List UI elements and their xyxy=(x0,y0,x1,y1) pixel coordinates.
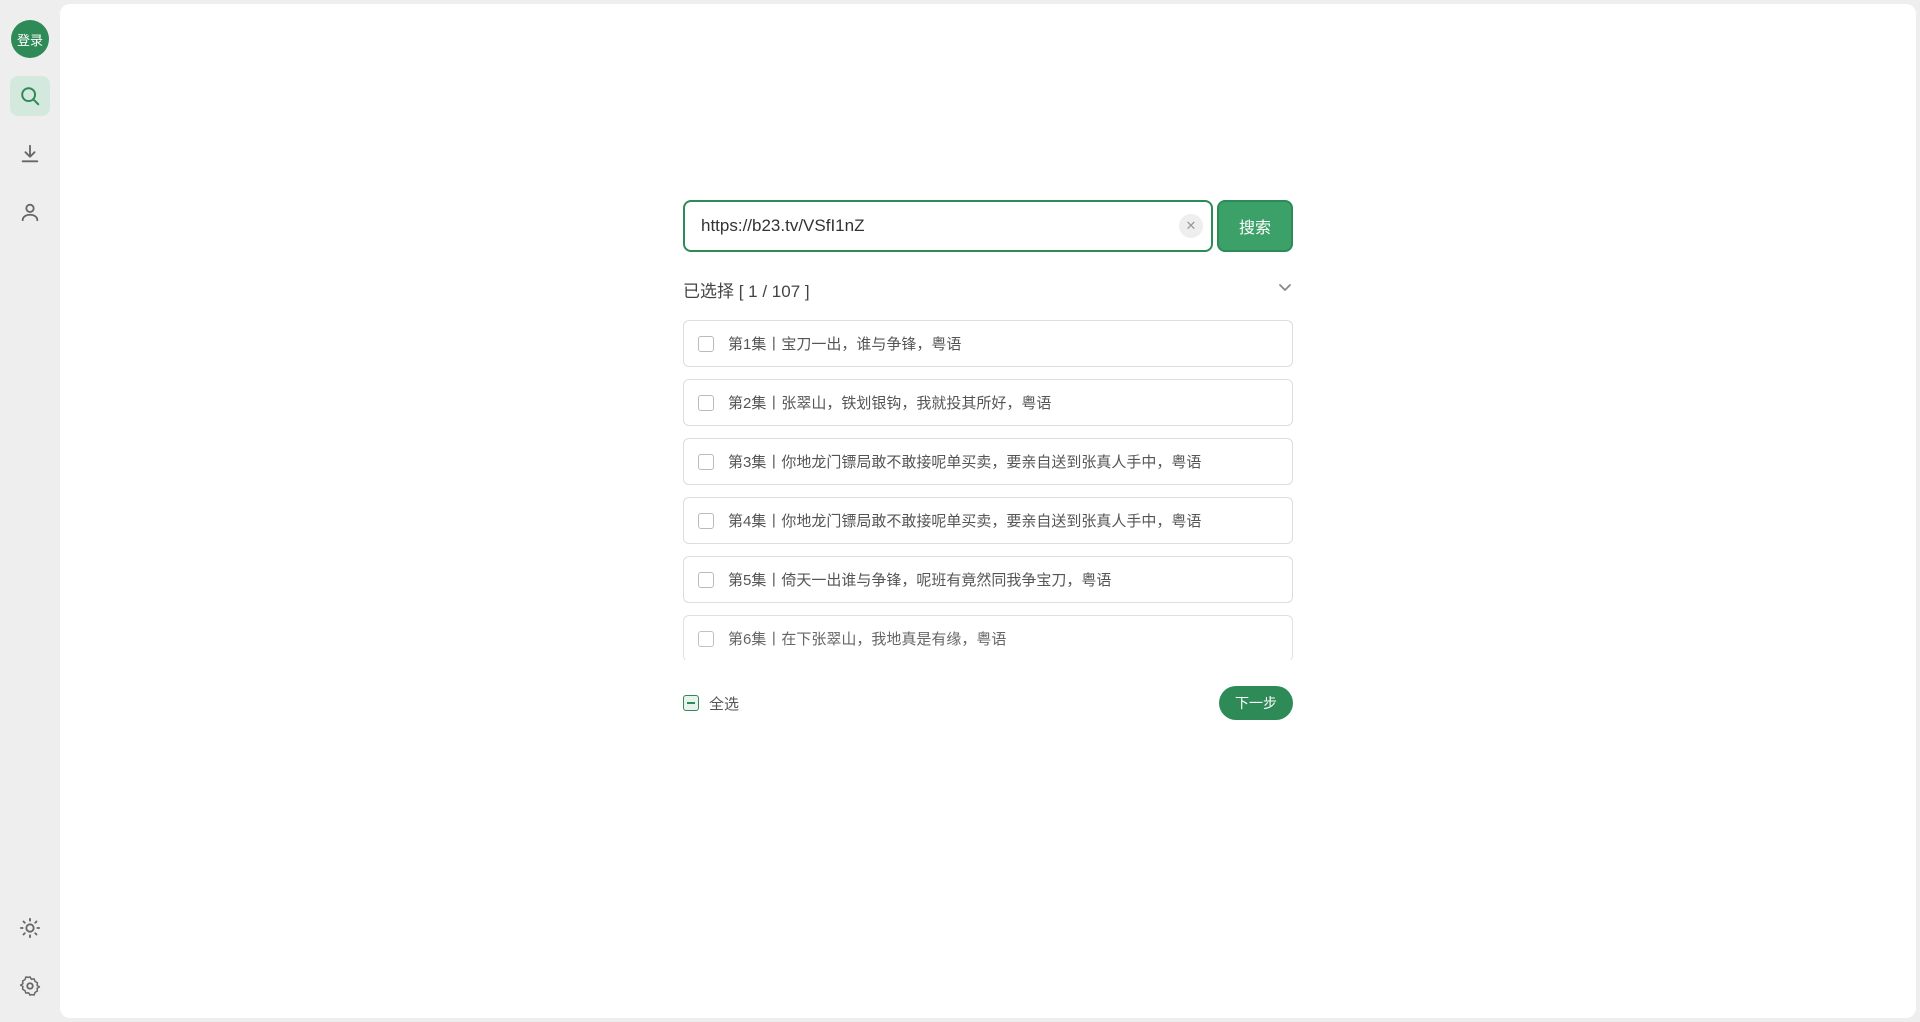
search-icon xyxy=(19,85,41,107)
checkbox[interactable] xyxy=(698,513,714,529)
list-item[interactable]: 第4集丨你地龙门镖局敢不敢接呢单买卖，要亲自送到张真人手中，粤语 xyxy=(683,497,1293,544)
list-item[interactable]: 第5集丨倚天一出谁与争锋，呢班有竟然同我争宝刀，粤语 xyxy=(683,556,1293,603)
theme-button[interactable] xyxy=(10,908,50,948)
content-column: ✕ 搜索 已选择 [ 1 / 107 ] 第1集丨宝刀一出，谁与争锋，粤语 第2… xyxy=(683,200,1293,1018)
search-button[interactable]: 搜索 xyxy=(1217,200,1293,252)
list-item[interactable]: 第1集丨宝刀一出，谁与争锋，粤语 xyxy=(683,320,1293,367)
sun-icon xyxy=(19,917,41,939)
checkbox[interactable] xyxy=(698,395,714,411)
episode-title: 第1集丨宝刀一出，谁与争锋，粤语 xyxy=(728,333,961,354)
checkbox[interactable] xyxy=(698,572,714,588)
checkbox[interactable] xyxy=(698,631,714,647)
checkbox[interactable] xyxy=(698,336,714,352)
sidebar: 登录 xyxy=(0,0,60,1022)
selection-summary-row: 已选择 [ 1 / 107 ] xyxy=(683,274,1293,304)
user-icon xyxy=(19,201,41,223)
episode-list: 第1集丨宝刀一出，谁与争锋，粤语 第2集丨张翠山，铁划银钩，我就投其所好，粤语 … xyxy=(683,320,1293,660)
download-icon xyxy=(19,143,41,165)
collapse-toggle[interactable] xyxy=(1277,279,1293,300)
main-panel: ✕ 搜索 已选择 [ 1 / 107 ] 第1集丨宝刀一出，谁与争锋，粤语 第2… xyxy=(60,4,1916,1018)
footer-row: 全选 下一步 xyxy=(683,686,1293,720)
search-row: ✕ 搜索 xyxy=(683,200,1293,252)
episode-title: 第6集丨在下张翠山，我地真是有缘，粤语 xyxy=(728,628,1006,649)
episode-title: 第3集丨你地龙门镖局敢不敢接呢单买卖，要亲自送到张真人手中，粤语 xyxy=(728,451,1201,472)
selection-summary-text: 已选择 [ 1 / 107 ] xyxy=(683,277,810,302)
close-icon: ✕ xyxy=(1186,218,1197,234)
gear-icon xyxy=(19,975,41,997)
download-tab[interactable] xyxy=(10,134,50,174)
episode-title: 第5集丨倚天一出谁与争锋，呢班有竟然同我争宝刀，粤语 xyxy=(728,569,1111,590)
list-item[interactable]: 第2集丨张翠山，铁划银钩，我就投其所好，粤语 xyxy=(683,379,1293,426)
select-all-label: 全选 xyxy=(709,693,739,714)
checkbox-indeterminate[interactable] xyxy=(683,695,699,711)
url-input[interactable] xyxy=(701,216,1179,236)
user-tab[interactable] xyxy=(10,192,50,232)
login-button[interactable]: 登录 xyxy=(11,20,49,58)
episode-title: 第4集丨你地龙门镖局敢不敢接呢单买卖，要亲自送到张真人手中，粤语 xyxy=(728,510,1201,531)
list-item[interactable]: 第6集丨在下张翠山，我地真是有缘，粤语 xyxy=(683,615,1293,660)
settings-button[interactable] xyxy=(10,966,50,1006)
checkbox[interactable] xyxy=(698,454,714,470)
episode-title: 第2集丨张翠山，铁划银钩，我就投其所好，粤语 xyxy=(728,392,1051,413)
chevron-down-icon xyxy=(1277,279,1293,295)
next-button[interactable]: 下一步 xyxy=(1219,686,1293,720)
search-tab[interactable] xyxy=(10,76,50,116)
clear-input-button[interactable]: ✕ xyxy=(1179,214,1203,238)
select-all-toggle[interactable]: 全选 xyxy=(683,693,739,714)
search-input-wrap: ✕ xyxy=(683,200,1213,252)
list-item[interactable]: 第3集丨你地龙门镖局敢不敢接呢单买卖，要亲自送到张真人手中，粤语 xyxy=(683,438,1293,485)
